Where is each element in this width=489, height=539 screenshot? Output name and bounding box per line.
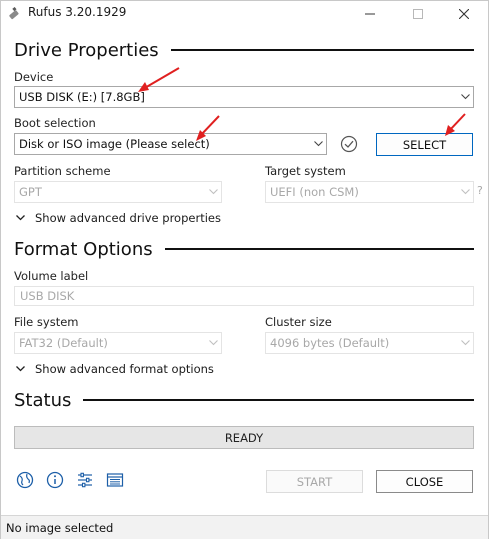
cluster-size-value: 4096 bytes (Default) — [270, 336, 390, 350]
drive-properties-header: Drive Properties — [14, 38, 474, 62]
minimize-icon — [365, 13, 375, 15]
status-bar: No image selected — [1, 515, 488, 539]
section-divider — [164, 248, 474, 250]
cluster-size-dropdown[interactable]: 4096 bytes (Default) — [265, 332, 474, 354]
show-advanced-drive-toggle[interactable]: Show advanced drive properties — [16, 211, 221, 225]
select-button[interactable]: SELECT — [376, 133, 473, 156]
chevron-down-icon — [16, 366, 28, 372]
boot-selection-dropdown[interactable]: Disk or ISO image (Please select) — [14, 133, 327, 155]
cluster-size-label: Cluster size — [265, 315, 332, 329]
chevron-down-icon — [205, 182, 221, 202]
partition-scheme-value: GPT — [19, 185, 42, 199]
status-header: Status — [14, 388, 474, 412]
usb-drive-icon — [9, 7, 19, 20]
log-button[interactable] — [105, 470, 125, 490]
chevron-down-icon — [16, 215, 28, 221]
section-divider — [170, 49, 474, 51]
partition-scheme-dropdown[interactable]: GPT — [14, 181, 222, 203]
chevron-down-icon — [205, 333, 221, 353]
close-icon — [459, 9, 469, 19]
show-advanced-format-toggle[interactable]: Show advanced format options — [16, 362, 214, 376]
status-text: READY — [224, 430, 264, 445]
log-icon — [106, 473, 124, 487]
chevron-down-icon — [457, 87, 473, 107]
minimize-button[interactable] — [347, 1, 393, 27]
partition-scheme-label: Partition scheme — [14, 164, 111, 178]
section-title: Drive Properties — [14, 39, 159, 61]
checksum-check-icon[interactable] — [340, 135, 358, 153]
section-title: Format Options — [14, 238, 153, 260]
advanced-format-label: Show advanced format options — [35, 362, 214, 376]
window-close-button[interactable] — [441, 1, 487, 27]
section-title: Status — [14, 389, 72, 411]
language-button[interactable] — [15, 470, 35, 490]
file-system-dropdown[interactable]: FAT32 (Default) — [14, 332, 222, 354]
device-label: Device — [14, 70, 54, 84]
about-button[interactable] — [45, 470, 65, 490]
title-bar: Rufus 3.20.1929 — [1, 1, 488, 27]
file-system-label: File system — [14, 315, 79, 329]
help-mark[interactable]: ? — [477, 184, 483, 197]
volume-label-input[interactable]: USB DISK — [14, 286, 474, 306]
settings-sliders-icon — [78, 472, 92, 488]
chevron-down-icon — [457, 333, 473, 353]
status-bar-text: No image selected — [6, 520, 114, 535]
advanced-drive-label: Show advanced drive properties — [35, 211, 221, 225]
status-progress-bar: READY — [14, 426, 474, 449]
info-icon — [46, 471, 64, 489]
boot-selection-value: Disk or ISO image (Please select) — [19, 137, 210, 151]
maximize-button[interactable] — [395, 1, 441, 27]
maximize-icon — [413, 9, 423, 19]
format-options-header: Format Options — [14, 237, 474, 261]
close-button[interactable]: CLOSE — [376, 470, 473, 493]
volume-label-label: Volume label — [14, 269, 89, 283]
start-button[interactable]: START — [266, 470, 363, 493]
boot-selection-label: Boot selection — [14, 116, 96, 130]
target-system-dropdown[interactable]: UEFI (non CSM) — [265, 181, 474, 203]
section-divider — [83, 399, 474, 401]
device-dropdown[interactable]: USB DISK (E:) [7.8GB] — [14, 86, 474, 108]
chevron-down-icon — [457, 182, 473, 202]
settings-button[interactable] — [75, 470, 95, 490]
target-system-value: UEFI (non CSM) — [270, 185, 359, 199]
globe-icon — [16, 471, 34, 489]
device-value: USB DISK (E:) [7.8GB] — [19, 90, 145, 104]
window-title: Rufus 3.20.1929 — [28, 5, 127, 19]
file-system-value: FAT32 (Default) — [19, 336, 108, 350]
target-system-label: Target system — [265, 164, 346, 178]
rufus-window: Rufus 3.20.1929 Drive Properties Device … — [0, 0, 489, 539]
chevron-down-icon — [310, 134, 326, 154]
